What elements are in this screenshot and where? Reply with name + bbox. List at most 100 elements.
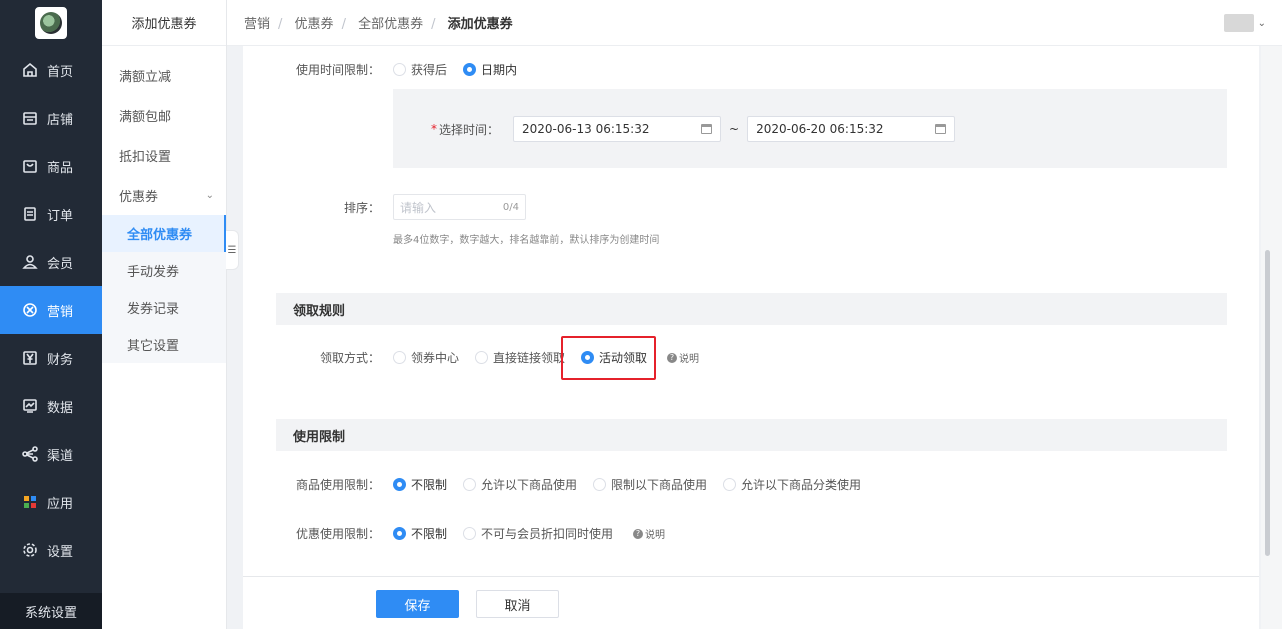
breadcrumb: 营销 / 优惠券 / 全部优惠券 / 添加优惠券	[244, 17, 513, 32]
radio-allow-categories[interactable]: 允许以下商品分类使用	[723, 476, 861, 493]
breadcrumb-current: 添加优惠券	[447, 17, 513, 32]
field-label: 使用时间限制：	[295, 63, 380, 77]
radio-no-member-discount[interactable]: 不可与会员折扣同时使用	[463, 525, 613, 542]
scrollbar-thumb[interactable]	[1265, 250, 1270, 556]
breadcrumb-item[interactable]: 营销	[244, 17, 270, 32]
nav-item-apps[interactable]: 应用	[0, 478, 102, 526]
gear-icon	[22, 542, 38, 558]
subnav-item-other-settings[interactable]: 其它设置	[102, 326, 226, 363]
avatar	[1223, 14, 1254, 32]
nav-item-marketing[interactable]: 营销	[0, 286, 102, 334]
subnav-group-label: 优惠券	[119, 189, 159, 205]
subnav-item-manual-issue[interactable]: 手动发券	[102, 252, 226, 289]
top-bar: 营销 / 优惠券 / 全部优惠券 / 添加优惠券 ⌄	[227, 0, 1282, 46]
nav-item-data[interactable]: 数据	[0, 382, 102, 430]
radio-label: 不可与会员折扣同时使用	[481, 527, 614, 541]
nav-label: 首页	[47, 64, 74, 80]
nav-label: 订单	[47, 208, 74, 224]
field-label: 商品使用限制：	[295, 478, 380, 492]
required-mark: *	[431, 122, 437, 136]
select-time-row: * 选择时间： 2020-06-13 06:15:32 ~ 2020-06-20…	[431, 116, 956, 142]
store-icon	[22, 110, 38, 126]
nav-item-orders[interactable]: 订单	[0, 190, 102, 238]
help-label: 说明	[645, 530, 666, 541]
subnav-title: 添加优惠券	[102, 0, 226, 46]
start-date-value: 2020-06-13 06:15:32	[522, 122, 650, 136]
subnav-item-free-shipping[interactable]: 满额包邮	[102, 95, 226, 135]
radio-direct-link[interactable]: 直接链接领取	[475, 349, 565, 366]
discount-limit-row: 优惠使用限制： 不限制 不可与会员折扣同时使用 ? 说明	[243, 525, 665, 542]
radio-after-obtain[interactable]: 获得后	[393, 61, 447, 78]
breadcrumb-item[interactable]: 全部优惠券	[358, 17, 423, 32]
calendar-icon	[935, 124, 947, 134]
field-label: 领取方式：	[319, 351, 380, 365]
nav-label: 店铺	[47, 112, 74, 128]
cancel-button[interactable]: 取消	[476, 590, 559, 618]
radio-label: 获得后	[411, 63, 448, 77]
nav-label: 渠道	[47, 448, 74, 464]
sort-hint: 最多4位数字，数字越大，排名越靠前，默认排序为创建时间	[393, 235, 660, 246]
highlight-box	[561, 336, 656, 380]
nav-item-channels[interactable]: 渠道	[0, 430, 102, 478]
collapse-toggle-icon[interactable]: ☰	[226, 230, 239, 270]
radio-label: 不限制	[411, 527, 448, 541]
help-link[interactable]: ? 说明	[667, 350, 699, 365]
radio-product-unlimited[interactable]: 不限制	[393, 476, 447, 493]
nav-label: 财务	[47, 352, 74, 368]
radio-coupon-center[interactable]: 领券中心	[393, 349, 459, 366]
sort-placeholder: 请输入	[400, 200, 437, 215]
nav-item-goods[interactable]: 商品	[0, 142, 102, 190]
section-claim-rules: 领取规则	[276, 293, 1227, 325]
nav-item-finance[interactable]: 财务	[0, 334, 102, 382]
field-label: 优惠使用限制：	[295, 527, 380, 541]
chevron-down-icon: ⌄	[205, 189, 214, 201]
radio-restrict-products[interactable]: 限制以下商品使用	[593, 476, 707, 493]
subnav-item-deduction[interactable]: 抵扣设置	[102, 135, 226, 175]
subnav-item-issue-records[interactable]: 发券记录	[102, 289, 226, 326]
calendar-icon	[701, 124, 713, 134]
chevron-down-icon: ⌄	[1257, 17, 1266, 29]
subnav-item-full-reduction[interactable]: 满额立减	[102, 55, 226, 95]
subnav-group-coupons[interactable]: 优惠券 ⌄	[102, 175, 226, 215]
nav-item-store[interactable]: 店铺	[0, 94, 102, 142]
user-menu[interactable]: ⌄	[1223, 14, 1266, 32]
breadcrumb-item[interactable]: 优惠券	[295, 17, 334, 32]
home-icon	[22, 62, 38, 78]
nav-label: 数据	[47, 400, 74, 416]
marketing-icon	[22, 302, 38, 318]
nav-label: 商品	[47, 160, 74, 176]
question-icon: ?	[633, 528, 644, 539]
order-icon	[22, 206, 38, 222]
sort-row: 排序： 请输入 0/4	[243, 194, 526, 220]
radio-allow-products[interactable]: 允许以下商品使用	[463, 476, 577, 493]
radio-within-date[interactable]: 日期内	[463, 61, 517, 78]
share-icon	[22, 446, 38, 462]
yen-icon	[22, 350, 38, 366]
nav-item-home[interactable]: 首页	[0, 46, 102, 94]
subnav-item-all-coupons[interactable]: 全部优惠券	[102, 215, 226, 252]
chart-icon	[22, 398, 38, 414]
radio-label: 直接链接领取	[493, 351, 566, 365]
save-button[interactable]: 保存	[376, 590, 459, 618]
radio-discount-unlimited[interactable]: 不限制	[393, 525, 447, 542]
main-nav: 首页 店铺 商品 订单 会员 营销 财务 数据 渠道 应用 设置 系统设置	[0, 0, 102, 629]
scrollbar[interactable]	[1261, 46, 1282, 629]
bag-icon	[22, 158, 38, 174]
system-settings[interactable]: 系统设置	[0, 593, 102, 629]
start-date-input[interactable]: 2020-06-13 06:15:32	[513, 116, 722, 142]
logo	[0, 0, 102, 46]
end-date-value: 2020-06-20 06:15:32	[756, 122, 884, 136]
nav-label: 设置	[47, 544, 74, 560]
nav-item-members[interactable]: 会员	[0, 238, 102, 286]
radio-label: 允许以下商品分类使用	[741, 478, 862, 492]
nav-item-settings[interactable]: 设置	[0, 526, 102, 574]
sort-input[interactable]: 请输入 0/4	[393, 194, 526, 220]
nav-label: 营销	[47, 304, 74, 320]
help-label: 说明	[679, 354, 700, 365]
form-content: 使用时间限制： 获得后 日期内 * 选择时间： 2020-06-13 06:15…	[243, 46, 1259, 576]
range-separator: ~	[729, 122, 740, 136]
nav-label: 会员	[47, 256, 74, 272]
help-link[interactable]: ? 说明	[633, 526, 665, 541]
time-limit-row: 使用时间限制： 获得后 日期内	[243, 61, 533, 78]
end-date-input[interactable]: 2020-06-20 06:15:32	[747, 116, 956, 142]
